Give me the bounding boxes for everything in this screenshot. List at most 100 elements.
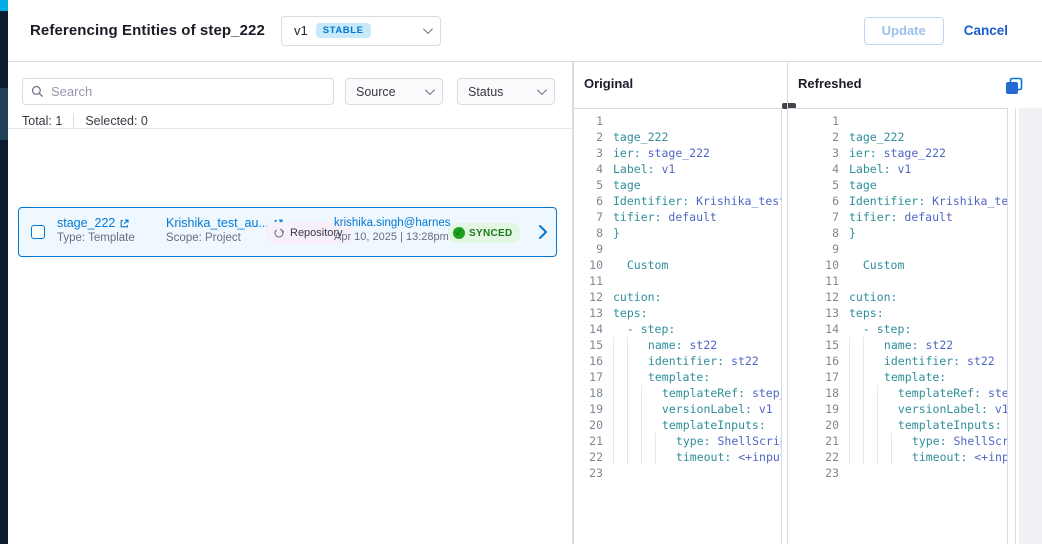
code-line: 18 templateRef: step_222	[574, 385, 781, 401]
search-icon	[31, 85, 44, 98]
code-line: 5tage	[788, 177, 1007, 193]
line-number: 18	[574, 385, 608, 401]
code-line: 14 - step:	[574, 321, 781, 337]
code-line: 6Identifier: Krishika_test_aut	[788, 193, 1007, 209]
line-number: 15	[574, 337, 608, 353]
updated-at: Apr 10, 2025 | 13:28pm	[334, 231, 460, 243]
source-filter-label: Source	[356, 85, 396, 99]
indent-guide	[641, 401, 655, 417]
indent-guide	[613, 369, 627, 385]
entity-list-panel: Source Status Total: 1 Selected: 0 ENTIT…	[8, 62, 573, 544]
indent-guide	[863, 401, 877, 417]
source-filter-dropdown[interactable]: Source	[345, 78, 443, 105]
code-line: 17 template:	[574, 369, 781, 385]
line-number: 21	[788, 433, 844, 449]
code-line: 4Label: v1	[574, 161, 781, 177]
indent-guide	[627, 449, 641, 465]
line-number: 20	[788, 417, 844, 433]
entity-cell: stage_222 Type: Template	[57, 216, 135, 244]
code-line: 12cution:	[788, 289, 1007, 305]
indent-guide	[877, 401, 891, 417]
row-checkbox[interactable]	[31, 225, 45, 239]
entity-type: Type: Template	[57, 232, 135, 244]
nav-items-sliver	[0, 88, 8, 140]
outer-divider	[1015, 108, 1016, 544]
yaml-diff-viewer: Original 12tage_2223ier: stage_2224Label…	[573, 62, 1042, 544]
status-filter-label: Status	[468, 85, 503, 99]
line-number: 9	[574, 241, 608, 257]
search-input[interactable]	[51, 84, 325, 99]
check-circle-icon: ✓	[453, 227, 465, 239]
indent-guide	[863, 417, 877, 433]
list-summary: Total: 1 Selected: 0	[22, 113, 148, 128]
line-number: 3	[574, 145, 608, 161]
cancel-button[interactable]: Cancel	[964, 23, 1008, 38]
code-line: 8}	[788, 225, 1007, 241]
code-line: 10 Custom	[788, 257, 1007, 273]
line-number: 15	[788, 337, 844, 353]
code-line: 16 identifier: st22	[574, 353, 781, 369]
indent-guide	[849, 337, 863, 353]
indent-guide	[641, 449, 655, 465]
chevron-right-icon[interactable]	[538, 224, 548, 240]
line-number: 9	[788, 241, 844, 257]
indent-guide	[877, 449, 891, 465]
code-line: 3ier: stage_222	[574, 145, 781, 161]
stable-badge: STABLE	[316, 23, 371, 38]
updated-by-link[interactable]: krishika.singh@harnes...	[334, 217, 460, 229]
line-number: 5	[788, 177, 844, 193]
line-number: 6	[788, 193, 844, 209]
code-line: 11	[574, 273, 781, 289]
line-number: 23	[788, 465, 844, 481]
total-count: Total: 1	[22, 114, 62, 128]
code-line: 12cution:	[574, 289, 781, 305]
search-box[interactable]	[22, 78, 334, 105]
code-line: 9	[788, 241, 1007, 257]
table-row[interactable]: stage_222 Type: Template Krishika_test_a…	[18, 207, 557, 257]
line-number: 10	[574, 257, 608, 273]
original-pane-title: Original	[584, 76, 633, 91]
indent-guide	[655, 449, 669, 465]
line-number: 18	[788, 385, 844, 401]
line-number: 5	[574, 177, 608, 193]
left-nav-rail	[0, 0, 8, 544]
indent-guide	[627, 417, 641, 433]
line-number: 20	[574, 417, 608, 433]
indent-guide	[613, 385, 627, 401]
line-number: 14	[574, 321, 608, 337]
line-number: 22	[788, 449, 844, 465]
page-title: Referencing Entities of step_222	[30, 22, 265, 39]
code-line: 16 identifier: st22	[788, 353, 1007, 369]
indent-guide	[863, 385, 877, 401]
last-updated-cell: krishika.singh@harnes... Apr 10, 2025 | …	[334, 217, 460, 243]
repository-icon	[273, 227, 285, 239]
refreshed-code-editor[interactable]: 12tage_2223ier: stage_2224Label: v15tage…	[788, 108, 1008, 544]
indent-guide	[891, 433, 905, 449]
update-button[interactable]: Update	[864, 17, 944, 45]
code-line: 21 type: ShellScript	[574, 433, 781, 449]
indent-guide	[627, 401, 641, 417]
refreshed-pane: Refreshed 12tage_2223ier: stage_2224Labe…	[787, 62, 1019, 544]
status-filter-dropdown[interactable]: Status	[457, 78, 555, 105]
code-line: 11	[788, 273, 1007, 289]
code-line: 23	[574, 465, 781, 481]
status-badge: ✓ SYNCED	[448, 223, 520, 243]
code-line: 10 Custom	[574, 257, 781, 273]
code-line: 9	[574, 241, 781, 257]
indent-guide	[849, 417, 863, 433]
indent-guide	[849, 353, 863, 369]
version-selector[interactable]: v1 STABLE	[281, 16, 441, 46]
code-line: 19 versionLabel: v1	[788, 401, 1007, 417]
entity-link[interactable]: stage_222	[57, 216, 135, 230]
original-code-editor[interactable]: 12tage_2223ier: stage_2224Label: v15tage…	[574, 108, 782, 544]
code-line: 14 - step:	[788, 321, 1007, 337]
summary-divider	[73, 113, 74, 128]
line-number: 10	[788, 257, 844, 273]
indent-guide	[863, 449, 877, 465]
copy-icon[interactable]	[1004, 76, 1024, 96]
code-line: 4Label: v1	[788, 161, 1007, 177]
updated-by: krishika.singh@harnes...	[334, 217, 460, 229]
scrollbar-gutter[interactable]	[1019, 108, 1042, 544]
code-line: 22 timeout: <+input>	[574, 449, 781, 465]
indent-guide	[849, 369, 863, 385]
